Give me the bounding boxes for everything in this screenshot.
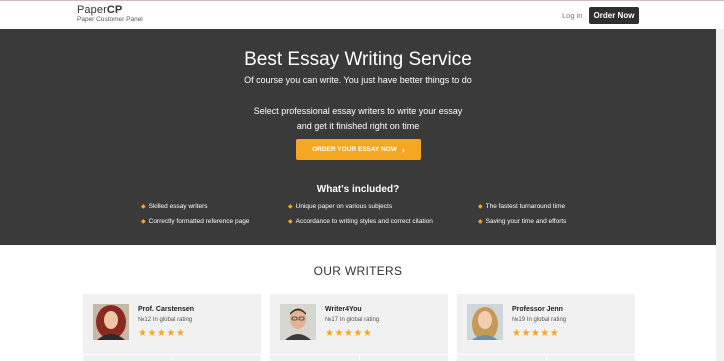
diamond-icon: ◆ — [141, 204, 146, 210]
writer-card[interactable]: Professor Jenn №19 In global rating ★★★★… — [457, 294, 635, 361]
avatar — [280, 304, 316, 340]
hero-description-line-2: and get it finished right on time — [296, 121, 420, 131]
scrollbar[interactable] — [716, 29, 724, 361]
feature-item: ◆ Skilled essay writers — [141, 203, 208, 210]
card-divider-vertical — [546, 354, 547, 361]
writer-name: Writer4You — [325, 306, 362, 313]
avatar — [467, 304, 503, 340]
writer-card[interactable]: Writer4You №17 In global rating ★★★★★ — [270, 294, 448, 361]
diamond-icon: ◆ — [478, 204, 483, 210]
hero-description-line-1: Select professional essay writers to wri… — [253, 106, 463, 116]
hero-title: Best Essay Writing Service — [244, 49, 472, 70]
writer-rank: №19 In global rating — [512, 317, 567, 323]
star-rating: ★★★★★ — [325, 328, 373, 339]
hero-section: Best Essay Writing Service Of course you… — [0, 29, 716, 245]
star-rating: ★★★★★ — [138, 328, 186, 339]
writers-section-title: OUR WRITERS — [313, 264, 403, 278]
writer-card[interactable]: Prof. Carstensen №12 In global rating ★★… — [83, 294, 261, 361]
writer-name: Professor Jenn — [512, 306, 563, 313]
feature-item: ◆ Correctly formatted reference page — [141, 218, 250, 225]
writer-name: Prof. Carstensen — [138, 306, 195, 313]
included-title: What's included? — [316, 184, 400, 195]
top-bar: PaperCP Paper Customer Panel Log in Orde… — [0, 0, 724, 29]
hero-subtitle: Of course you can write. You just have b… — [244, 75, 472, 85]
logo-subtitle: Paper Customer Panel — [77, 16, 143, 23]
logo-name: PaperCP — [77, 4, 123, 16]
avatar — [93, 304, 129, 340]
diamond-icon: ◆ — [288, 219, 293, 225]
diamond-icon: ◆ — [478, 219, 483, 225]
writer-rank: №17 In global rating — [325, 317, 380, 323]
order-now-button[interactable]: Order Now — [589, 7, 639, 24]
feature-item: ◆ Unique paper on various subjects — [288, 203, 393, 210]
order-essay-button[interactable]: ORDER YOUR ESSAY NOW › — [296, 139, 421, 160]
feature-item: ◆ Saving your time and efforts — [478, 218, 567, 225]
card-divider-vertical — [359, 354, 360, 361]
logo[interactable]: PaperCP Paper Customer Panel — [77, 5, 143, 24]
diamond-icon: ◆ — [288, 204, 293, 210]
login-link[interactable]: Log in — [562, 11, 582, 20]
card-divider-vertical — [172, 354, 173, 361]
star-rating: ★★★★★ — [512, 328, 560, 339]
diamond-icon: ◆ — [141, 219, 146, 225]
writer-rank: №12 In global rating — [138, 317, 193, 323]
feature-item: ◆ The fastest turnaround time — [478, 203, 566, 210]
feature-item: ◆ Accordance to writing styles and correc… — [288, 218, 433, 225]
chevron-right-icon: › — [401, 144, 405, 155]
order-essay-label: ORDER YOUR ESSAY NOW — [312, 146, 397, 153]
